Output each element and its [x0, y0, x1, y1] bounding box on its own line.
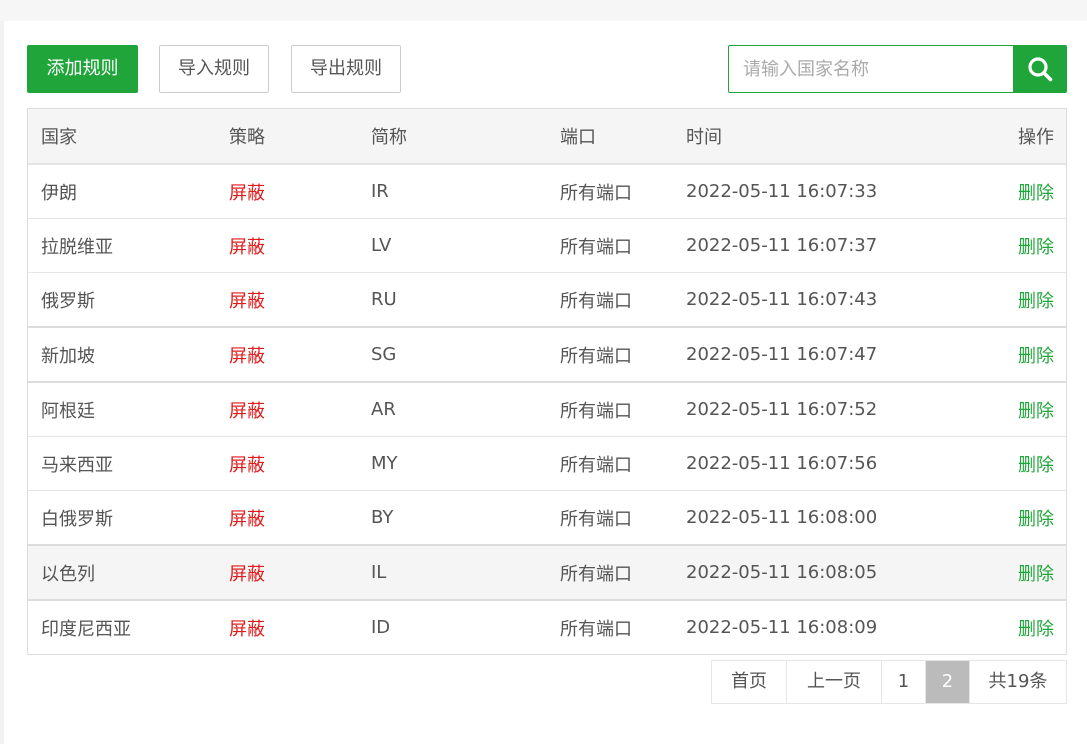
country-cell: 阿根廷	[41, 400, 95, 422]
delete-link[interactable]: 删除	[1018, 328, 1054, 381]
abbr-cell: MY	[371, 453, 398, 474]
policy-cell: 屏蔽	[229, 290, 265, 312]
delete-link[interactable]: 删除	[1018, 383, 1054, 436]
delete-link[interactable]: 删除	[1018, 491, 1054, 544]
policy-cell: 屏蔽	[229, 563, 265, 585]
country-cell: 以色列	[41, 563, 95, 585]
delete-link[interactable]: 删除	[1018, 601, 1054, 654]
port-cell: 所有端口	[560, 182, 632, 204]
delete-link[interactable]: 删除	[1018, 273, 1054, 326]
first-page-button[interactable]: 首页	[712, 661, 787, 703]
add-rule-button[interactable]: 添加规则	[27, 45, 138, 93]
header-port: 端口	[560, 127, 596, 148]
time-cell: 2022-05-11 16:07:56	[686, 453, 878, 474]
abbr-cell: IL	[371, 562, 387, 583]
policy-cell: 屏蔽	[229, 182, 265, 204]
policy-cell: 屏蔽	[229, 618, 265, 640]
table-row: 马来西亚 屏蔽 MY 所有端口 2022-05-11 16:07:56 删除	[28, 437, 1066, 491]
port-cell: 所有端口	[560, 290, 632, 312]
table-row: 阿根廷 屏蔽 AR 所有端口 2022-05-11 16:07:52 删除	[28, 383, 1066, 437]
country-cell: 马来西亚	[41, 454, 113, 476]
search-input[interactable]	[728, 45, 1013, 93]
time-cell: 2022-05-11 16:08:09	[686, 617, 878, 638]
import-rules-button[interactable]: 导入规则	[159, 45, 269, 93]
time-cell: 2022-05-11 16:08:05	[686, 562, 878, 583]
abbr-cell: IR	[371, 181, 389, 202]
port-cell: 所有端口	[560, 563, 632, 585]
abbr-cell: BY	[371, 507, 394, 528]
header-abbr: 简称	[371, 127, 407, 148]
country-cell: 新加坡	[41, 345, 95, 367]
delete-link[interactable]: 删除	[1018, 437, 1054, 490]
policy-cell: 屏蔽	[229, 236, 265, 258]
main-panel: 添加规则 导入规则 导出规则 国家 策略 简称 端口 时间 操作 伊朗 屏蔽 I…	[4, 21, 1087, 744]
page-1-button[interactable]: 1	[882, 661, 926, 703]
policy-cell: 屏蔽	[229, 345, 265, 367]
country-cell: 拉脱维亚	[41, 236, 113, 258]
table-row: 白俄罗斯 屏蔽 BY 所有端口 2022-05-11 16:08:00 删除	[28, 491, 1066, 546]
total-count: 共19条	[988, 671, 1048, 692]
delete-link[interactable]: 删除	[1018, 546, 1054, 599]
header-country: 国家	[41, 127, 77, 148]
top-strip	[0, 0, 1087, 21]
port-cell: 所有端口	[560, 454, 632, 476]
table-row: 印度尼西亚 屏蔽 ID 所有端口 2022-05-11 16:08:09 删除	[28, 601, 1066, 654]
table-row: 新加坡 屏蔽 SG 所有端口 2022-05-11 16:07:47 删除	[28, 328, 1066, 383]
abbr-cell: SG	[371, 344, 397, 365]
port-cell: 所有端口	[560, 236, 632, 258]
table-row: 伊朗 屏蔽 IR 所有端口 2022-05-11 16:07:33 删除	[28, 165, 1066, 219]
time-cell: 2022-05-11 16:07:37	[686, 235, 878, 256]
prev-page-button[interactable]: 上一页	[787, 661, 882, 703]
time-cell: 2022-05-11 16:07:52	[686, 399, 878, 420]
country-cell: 伊朗	[41, 182, 77, 204]
pagination: 首页 上一页 1 2 共19条	[711, 660, 1067, 704]
delete-link[interactable]: 删除	[1018, 165, 1054, 218]
table-header-row: 国家 策略 简称 端口 时间 操作	[28, 109, 1066, 165]
abbr-cell: ID	[371, 617, 391, 638]
table-row: 拉脱维亚 屏蔽 LV 所有端口 2022-05-11 16:07:37 删除	[28, 219, 1066, 273]
country-cell: 俄罗斯	[41, 290, 95, 312]
header-time: 时间	[686, 127, 722, 148]
country-cell: 印度尼西亚	[41, 618, 131, 640]
port-cell: 所有端口	[560, 508, 632, 530]
delete-link[interactable]: 删除	[1018, 219, 1054, 272]
time-cell: 2022-05-11 16:07:33	[686, 181, 878, 202]
port-cell: 所有端口	[560, 400, 632, 422]
abbr-cell: AR	[371, 399, 396, 420]
rules-table: 国家 策略 简称 端口 时间 操作 伊朗 屏蔽 IR 所有端口 2022-05-…	[27, 108, 1067, 655]
port-cell: 所有端口	[560, 618, 632, 640]
time-cell: 2022-05-11 16:07:47	[686, 344, 878, 365]
policy-cell: 屏蔽	[229, 454, 265, 476]
port-cell: 所有端口	[560, 345, 632, 367]
time-cell: 2022-05-11 16:07:43	[686, 289, 878, 310]
table-row: 俄罗斯 屏蔽 RU 所有端口 2022-05-11 16:07:43 删除	[28, 273, 1066, 328]
header-operation: 操作	[1018, 127, 1054, 148]
search-button[interactable]	[1013, 45, 1067, 93]
abbr-cell: LV	[371, 235, 392, 256]
abbr-cell: RU	[371, 289, 397, 310]
table-row: 以色列 屏蔽 IL 所有端口 2022-05-11 16:08:05 删除	[28, 546, 1066, 601]
policy-cell: 屏蔽	[229, 508, 265, 530]
time-cell: 2022-05-11 16:08:00	[686, 507, 878, 528]
header-policy: 策略	[229, 127, 265, 148]
page-2-button-current[interactable]: 2	[926, 661, 970, 703]
policy-cell: 屏蔽	[229, 400, 265, 422]
country-cell: 白俄罗斯	[41, 508, 113, 530]
export-rules-button[interactable]: 导出规则	[291, 45, 401, 93]
search-icon	[1028, 57, 1053, 82]
